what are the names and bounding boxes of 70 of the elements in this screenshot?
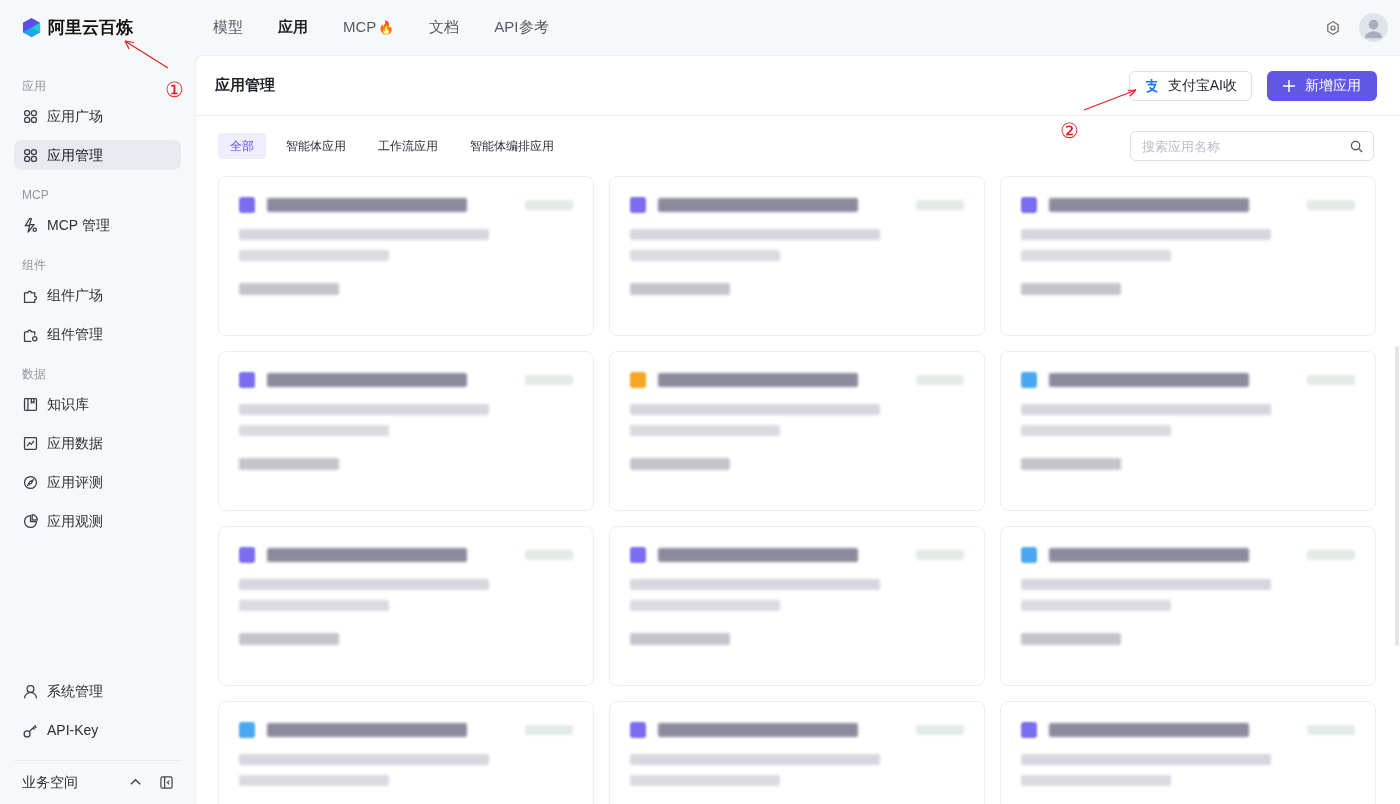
plus-icon — [1283, 79, 1295, 92]
settings-icon[interactable] — [1325, 19, 1341, 36]
sidebar-item[interactable]: 系统管理 — [14, 676, 181, 706]
section-label: 组件 — [21, 257, 47, 274]
filter-tab[interactable]: 全部 — [218, 133, 266, 159]
pie-chart-icon — [22, 512, 39, 530]
filter-tab[interactable]: 智能体编排应用 — [458, 133, 566, 159]
logo-icon — [21, 17, 42, 38]
sidebar-item[interactable]: 应用广场 — [14, 101, 181, 131]
blurred-text — [525, 375, 573, 385]
page-title: 应用管理 — [215, 75, 275, 96]
alipay-icon — [1143, 78, 1159, 93]
blurred-text — [916, 725, 964, 735]
blurred-text — [916, 375, 964, 385]
section-label: 应用 — [21, 78, 47, 95]
blurred-text — [525, 200, 573, 210]
nav-tab[interactable]: 应用 — [278, 16, 308, 39]
app-card[interactable] — [1000, 176, 1376, 336]
search-field[interactable]: 搜索应用名称 — [1130, 131, 1374, 161]
sidebar-item[interactable]: 应用管理 — [14, 140, 181, 170]
annotation-arrow — [122, 38, 170, 70]
blurred-text — [1307, 200, 1355, 210]
app-card[interactable] — [609, 351, 985, 511]
filter-tab[interactable]: 智能体应用 — [274, 133, 358, 159]
annotation-number: ② — [1060, 118, 1079, 145]
app-card[interactable] — [1000, 351, 1376, 511]
blurred-text — [525, 550, 573, 560]
nav-tab[interactable]: MCP🔥 — [343, 16, 395, 39]
section-label: MCP — [21, 187, 50, 204]
annotation-arrow — [1082, 88, 1138, 112]
user-icon — [22, 682, 39, 700]
book-icon — [22, 395, 39, 413]
sidebar-item[interactable]: 应用数据 — [14, 428, 181, 458]
grid-icon — [22, 107, 39, 125]
app-card[interactable] — [609, 526, 985, 686]
nav-tab[interactable]: API参考 — [494, 16, 549, 39]
filter-tab[interactable]: 工作流应用 — [366, 133, 450, 159]
sidebar-item[interactable]: 组件管理 — [14, 319, 181, 349]
nav-tab[interactable]: 模型 — [213, 16, 243, 39]
sidebar-item[interactable]: API-Key — [14, 715, 181, 745]
app-card[interactable] — [218, 526, 594, 686]
brand-name[interactable]: 阿里云百炼 — [48, 14, 133, 41]
blurred-text — [916, 550, 964, 560]
sidebar-item[interactable]: 应用评测 — [14, 467, 181, 497]
grid-icon — [22, 146, 39, 164]
sidebar-item[interactable]: MCP 管理 — [14, 210, 181, 240]
line-chart-icon — [22, 434, 39, 452]
search-icon[interactable] — [1350, 140, 1363, 153]
section-label: 数据 — [21, 366, 47, 383]
sidebar-item[interactable]: 组件广场 — [14, 280, 181, 310]
app-card[interactable] — [218, 351, 594, 511]
bolt-icon — [22, 216, 39, 234]
blurred-text — [1307, 550, 1355, 560]
app-card[interactable] — [1000, 526, 1376, 686]
app-card[interactable] — [609, 176, 985, 336]
sidebar-toggle-icon[interactable] — [160, 776, 173, 789]
nav-tab[interactable]: 文档 — [429, 16, 460, 39]
add-app-button[interactable]: 新增应用 — [1267, 70, 1377, 101]
blurred-text — [1307, 725, 1355, 735]
alipay-button[interactable]: 支付宝AI收 — [1128, 70, 1252, 101]
compass-icon — [22, 473, 39, 491]
annotation-number: ① — [165, 77, 184, 104]
sidebar-item[interactable]: 知识库 — [14, 389, 181, 419]
sidebar-item[interactable]: 应用观测 — [14, 506, 181, 536]
app-card[interactable] — [218, 176, 594, 336]
blurred-text — [525, 725, 573, 735]
avatar-icon[interactable] — [1359, 13, 1388, 42]
blurred-text — [1307, 375, 1355, 385]
blurred-text — [916, 200, 964, 210]
workspace-label: 业务空间 — [22, 773, 78, 792]
